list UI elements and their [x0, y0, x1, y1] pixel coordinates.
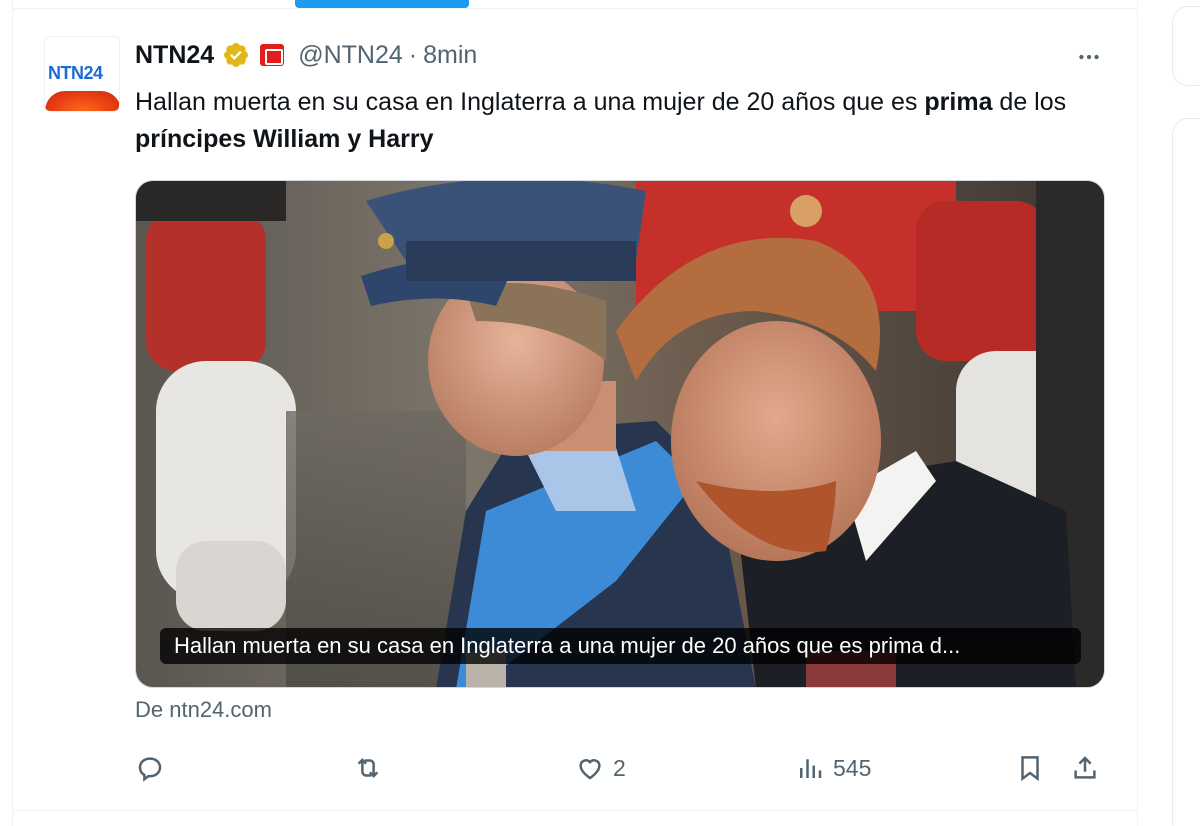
more-options-button[interactable] [1072, 40, 1106, 74]
author-avatar[interactable]: NTN24 [44, 36, 120, 112]
link-card-caption[interactable]: Hallan muerta en su casa en Inglaterra a… [160, 628, 1081, 664]
views-button[interactable]: 545 [795, 748, 871, 788]
more-icon [1079, 54, 1099, 60]
like-count: 2 [613, 754, 626, 781]
tweet-text-part: Hallan muerta en su casa en Inglaterra a… [135, 88, 925, 116]
tweet-text-part: de los [992, 88, 1067, 116]
sidebar-panel-fragment [1172, 118, 1200, 826]
tweet-page: NTN24 NTN24 @NTN24 · 8min Hallan muerta … [0, 0, 1200, 826]
tweet-action-bar: 2 545 [135, 748, 1110, 788]
views-icon [800, 759, 822, 778]
government-flag-icon [260, 44, 285, 66]
tweet-text-bold: prima [924, 88, 993, 116]
link-card-image[interactable] [135, 180, 1105, 688]
retweet-icon [357, 758, 379, 778]
avatar-logo-text: NTN24 [48, 63, 103, 83]
verified-badge-icon[interactable] [222, 41, 250, 69]
tweet-header: NTN24 @NTN24 · 8min [135, 38, 477, 72]
timeline-border-right [1137, 0, 1138, 826]
active-tab-indicator [295, 0, 469, 8]
bookmark-button[interactable] [1015, 748, 1045, 788]
link-source[interactable]: De ntn24.com [135, 697, 272, 723]
bottom-divider [12, 810, 1138, 811]
bookmark-icon [1021, 756, 1039, 782]
tweet-text: Hallan muerta en su casa en Inglaterra a… [135, 84, 1095, 158]
header-separator: · [408, 40, 418, 69]
tweet-text-bold: príncipes William y Harry [135, 125, 434, 153]
like-button[interactable]: 2 [575, 748, 626, 788]
share-button[interactable] [1070, 748, 1100, 788]
avatar-logo-swoosh [45, 91, 119, 111]
photo-illustration [136, 181, 1104, 687]
timeline-border-left [12, 0, 13, 826]
retweet-button[interactable] [353, 748, 391, 788]
reply-button[interactable] [135, 748, 173, 788]
tweet-timestamp[interactable]: 8min [423, 41, 477, 70]
views-count: 545 [833, 754, 872, 781]
author-handle[interactable]: @NTN24 [298, 41, 403, 70]
author-name[interactable]: NTN24 [135, 41, 214, 70]
reply-icon [138, 757, 162, 782]
sidebar-search-fragment [1172, 6, 1200, 86]
top-divider [12, 8, 1138, 9]
heart-icon [579, 759, 601, 780]
share-icon [1074, 756, 1096, 779]
